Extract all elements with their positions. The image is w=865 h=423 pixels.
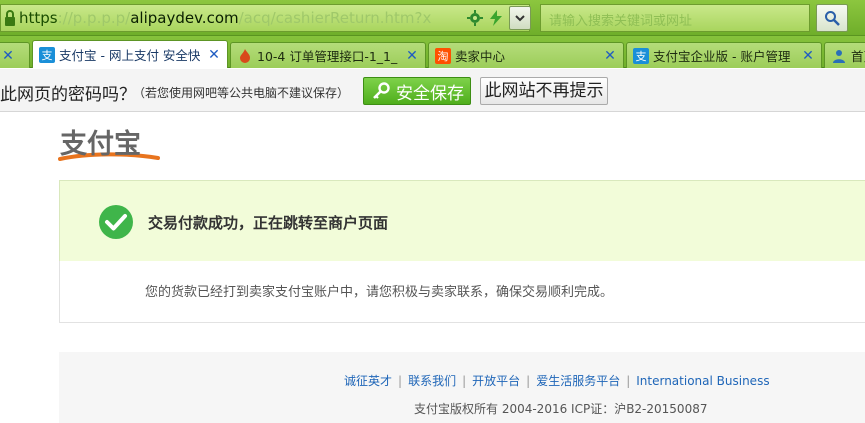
- divider: |: [398, 374, 403, 388]
- tab-title: 10-4 订单管理接口-1_1_: [257, 49, 398, 64]
- divider: |: [526, 374, 531, 388]
- url-faded-prefix: ://p.p.p.p/: [57, 9, 131, 27]
- tab-title: 卖家中心: [455, 49, 506, 64]
- footer-link-contact[interactable]: 联系我们: [408, 374, 456, 388]
- url-icons: [467, 10, 503, 26]
- footer-link-international[interactable]: International Business: [636, 374, 769, 388]
- success-message: 交易付款成功，正在跳转至商户页面: [148, 214, 389, 232]
- copyright: 支付宝版权所有 2004-2016 ICP证：沪B2-20150087: [414, 402, 708, 416]
- close-icon[interactable]: ✕: [1, 48, 15, 64]
- detail-message: 您的货款已经打到卖家支付宝账户中，请您积极与卖家联系，确保交易顺利完成。: [145, 285, 614, 300]
- gear-icon[interactable]: [467, 10, 483, 26]
- lock-icon: [5, 10, 15, 26]
- logo-text: 支付宝: [60, 128, 141, 160]
- footer-links: 诚征英才 | 联系我们 | 开放平台 | 爱生活服务平台 | International Bus…: [344, 372, 770, 389]
- tab-order-api[interactable]: 10-4 订单管理接口-1_1_ ✕: [230, 42, 426, 68]
- password-save-question: 此网页的密码吗？: [0, 85, 136, 105]
- tab-alipay-enterprise[interactable]: 支 支付宝企业版 - 账户管理 ✕: [626, 42, 822, 68]
- tab-title: 支付宝企业版 - 账户管理: [653, 49, 791, 64]
- alipay-icon: 支: [633, 47, 649, 64]
- alipay-icon: 支: [39, 46, 55, 63]
- key-icon: [373, 82, 390, 99]
- alipay-logo: 支付宝: [58, 127, 162, 169]
- footer-link-life-services[interactable]: 爱生活服务平台: [536, 374, 620, 388]
- never-for-site-button[interactable]: 此网站不再提示: [480, 77, 608, 105]
- tab-alipay-payment[interactable]: 支 支付宝 - 网上支付 安全快 ✕: [32, 40, 228, 68]
- search-button[interactable]: [816, 4, 848, 32]
- close-icon[interactable]: ✕: [207, 47, 221, 63]
- footer: 诚征英才 | 联系我们 | 开放平台 | 爱生活服务平台 | International Bus…: [59, 352, 865, 423]
- password-save-note: （若您使用网吧等公共电脑不建议保存）: [133, 86, 350, 100]
- url-scheme: https: [19, 9, 58, 27]
- search-icon: [825, 11, 840, 26]
- tab-partial-left[interactable]: ✕: [0, 42, 30, 68]
- detail-panel: 您的货款已经打到卖家支付宝账户中，请您积极与卖家联系，确保交易顺利完成。: [59, 261, 865, 323]
- url-dropdown-button[interactable]: [509, 6, 531, 30]
- success-panel: 交易付款成功，正在跳转至商户页面: [59, 180, 865, 262]
- tab-home[interactable]: 首页: [824, 42, 865, 68]
- chevron-down-icon: [515, 14, 525, 21]
- url-path: /acq/cashierReturn.htm?x: [238, 9, 432, 27]
- footer-link-careers[interactable]: 诚征英才: [344, 374, 392, 388]
- flame-icon: [237, 48, 253, 64]
- close-icon[interactable]: ✕: [405, 48, 419, 64]
- tab-title: 首页: [851, 49, 865, 64]
- close-icon[interactable]: ✕: [603, 48, 617, 64]
- taobao-icon: 淘: [435, 47, 451, 64]
- tab-strip: ✕ 支 支付宝 - 网上支付 安全快 ✕ 10-4 订单管理接口-1_1_ ✕ …: [0, 36, 865, 68]
- check-circle-icon: [99, 205, 133, 239]
- divider: |: [462, 374, 467, 388]
- save-password-button[interactable]: 安全保存: [363, 77, 471, 105]
- person-icon: [831, 48, 847, 64]
- url-field[interactable]: https ://p.p.p.p/ alipaydev.com /acq/cas…: [0, 4, 531, 32]
- url-host: alipaydev.com: [130, 9, 239, 27]
- footer-link-open-platform[interactable]: 开放平台: [472, 374, 520, 388]
- password-save-bar: 此网页的密码吗？ （若您使用网吧等公共电脑不建议保存） 安全保存 此网站不再提示: [0, 69, 865, 112]
- divider: |: [626, 374, 631, 388]
- lightning-icon[interactable]: [489, 10, 503, 26]
- tab-seller-center[interactable]: 淘 卖家中心 ✕: [428, 42, 624, 68]
- logo-image: 支付宝: [58, 128, 160, 161]
- save-password-label: 安全保存: [396, 83, 464, 104]
- search-input[interactable]: 请输入搜索关键词或网址: [540, 4, 810, 32]
- address-bar: https ://p.p.p.p/ alipaydev.com /acq/cas…: [0, 0, 865, 36]
- tab-title: 支付宝 - 网上支付 安全快: [59, 48, 201, 63]
- close-icon[interactable]: ✕: [801, 48, 815, 64]
